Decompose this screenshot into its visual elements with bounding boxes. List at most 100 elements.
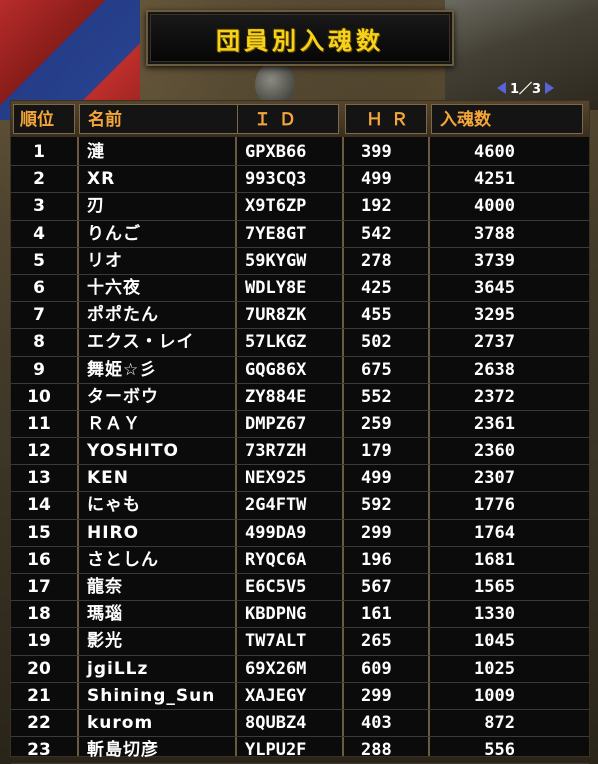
id-cell: E6C5V5 [245, 577, 307, 597]
rank-cell: 4 [33, 223, 45, 244]
page-title: 団員別入魂数 [216, 26, 384, 55]
header-rank: 順位 [13, 104, 75, 134]
hr-cell: 592 [361, 495, 392, 516]
table-row[interactable]: 20 jgiLLz 69X26M 609 1025 [11, 656, 589, 683]
name-cell: kurom [87, 712, 154, 733]
souls-cell: 1025 [474, 658, 515, 679]
hr-cell: 567 [361, 577, 392, 597]
table-row[interactable]: 6 十六夜 WDLY8E 425 3645 [11, 275, 589, 303]
table-row[interactable]: 1 漣 GPXB66 399 4600 [11, 139, 589, 167]
id-cell: 8QUBZ4 [245, 712, 307, 733]
name-cell: 刃 [87, 196, 105, 217]
id-cell: 993CQ3 [245, 169, 307, 190]
hr-cell: 403 [361, 712, 392, 733]
rank-cell: 6 [33, 277, 45, 298]
table-row[interactable]: 12 YOSHITO 73R7ZH 179 2360 [11, 438, 589, 466]
name-cell: 斬島切彦 [87, 740, 159, 761]
table-row[interactable]: 9 舞姫☆彡 GQG86X 675 2638 [11, 357, 589, 384]
souls-cell: 2361 [474, 413, 515, 434]
name-cell: にゃも [87, 495, 141, 516]
hr-cell: 542 [361, 223, 392, 244]
table-body: 1 漣 GPXB66 399 4600 2 XR 993CQ3 499 4251 3 刃 X9T6ZP 1… [11, 139, 589, 764]
name-cell: ターボウ [87, 386, 159, 407]
souls-cell: 1776 [474, 495, 515, 516]
id-cell: 499DA9 [245, 522, 307, 543]
table-row[interactable]: 17 龍奈 E6C5V5 567 1565 [11, 574, 589, 602]
souls-cell: 1565 [474, 577, 515, 597]
rank-cell: 16 [27, 549, 51, 570]
table-row[interactable]: 21 Shining_Sun XAJEGY 299 1009 [11, 683, 589, 710]
id-cell: KBDPNG [245, 604, 307, 625]
rank-cell: 19 [27, 631, 51, 652]
id-cell: DMPZ67 [245, 413, 307, 434]
souls-cell: 2737 [474, 332, 515, 353]
hr-cell: 675 [361, 359, 392, 380]
hr-cell: 278 [361, 250, 392, 271]
hr-cell: 161 [361, 604, 392, 625]
souls-cell: 2360 [474, 441, 515, 462]
table-row[interactable]: 4 りんご 7YE8GT 542 3788 [11, 221, 589, 248]
rank-cell: 14 [27, 495, 51, 516]
rank-cell: 15 [27, 522, 51, 543]
rank-cell: 5 [33, 250, 45, 271]
name-cell: ＲＡＹ [87, 413, 141, 434]
next-page-arrow-icon[interactable] [545, 81, 555, 94]
table-row[interactable]: 7 ポポたん 7UR8ZK 455 3295 [11, 302, 589, 330]
name-cell: 十六夜 [87, 277, 141, 298]
hr-cell: 499 [361, 468, 392, 489]
table-row[interactable]: 3 刃 X9T6ZP 192 4000 [11, 193, 589, 221]
prev-page-arrow-icon[interactable] [497, 81, 506, 94]
souls-cell: 1330 [474, 604, 515, 625]
name-cell: エクス・レイ [87, 332, 195, 353]
table-row[interactable]: 15 HIRO 499DA9 299 1764 [11, 520, 589, 547]
table-row[interactable]: 23 斬島切彦 YLPU2F 288 556 [11, 737, 589, 764]
name-cell: jgiLLz [87, 658, 149, 679]
table-row[interactable]: 5 リオ 59KYGW 278 3739 [11, 248, 589, 275]
souls-cell: 3788 [474, 223, 515, 244]
table-row[interactable]: 10 ターボウ ZY884E 552 2372 [11, 384, 589, 411]
name-cell: りんご [87, 223, 141, 244]
table-row[interactable]: 18 瑪瑙 KBDPNG 161 1330 [11, 601, 589, 629]
header-name: 名前 [79, 104, 239, 134]
hr-cell: 299 [361, 685, 392, 706]
souls-cell: 4000 [474, 196, 515, 217]
id-cell: 59KYGW [245, 250, 307, 271]
name-cell: 舞姫☆彡 [87, 359, 158, 380]
table-row[interactable]: 11 ＲＡＹ DMPZ67 259 2361 [11, 411, 589, 439]
table-row[interactable]: 2 XR 993CQ3 499 4251 [11, 166, 589, 194]
hr-cell: 502 [361, 332, 392, 353]
name-cell: 影光 [87, 631, 123, 652]
rank-cell: 10 [27, 386, 51, 407]
hr-cell: 288 [361, 740, 392, 761]
souls-cell: 2307 [474, 468, 515, 489]
table-row[interactable]: 14 にゃも 2G4FTW 592 1776 [11, 492, 589, 520]
souls-cell: 1681 [474, 549, 515, 570]
title-plate: 団員別入魂数 [146, 10, 454, 66]
name-cell: リオ [87, 250, 123, 271]
name-cell: 瑪瑙 [87, 604, 123, 625]
souls-cell: 1764 [474, 522, 515, 543]
hr-cell: 425 [361, 277, 392, 298]
rank-cell: 2 [33, 169, 45, 190]
rank-cell: 3 [33, 196, 45, 217]
hr-cell: 552 [361, 386, 392, 407]
souls-cell: 1045 [474, 631, 515, 652]
hr-cell: 192 [361, 196, 392, 217]
id-cell: YLPU2F [245, 740, 307, 761]
rank-cell: 22 [27, 712, 51, 733]
table-row[interactable]: 8 エクス・レイ 57LKGZ 502 2737 [11, 329, 589, 357]
table-row[interactable]: 16 さとしん RYQC6A 196 1681 [11, 547, 589, 574]
id-cell: 2G4FTW [245, 495, 307, 516]
table-row[interactable]: 13 KEN NEX925 499 2307 [11, 465, 589, 493]
id-cell: WDLY8E [245, 277, 307, 298]
hr-cell: 499 [361, 169, 392, 190]
hr-cell: 196 [361, 549, 392, 570]
id-cell: GQG86X [245, 359, 307, 380]
name-cell: XR [87, 169, 116, 190]
rank-cell: 23 [27, 740, 51, 761]
table-row[interactable]: 22 kurom 8QUBZ4 403 872 [11, 710, 589, 738]
page-indicator: 1／3 [497, 78, 555, 97]
table-row[interactable]: 19 影光 TW7ALT 265 1045 [11, 628, 589, 656]
rank-cell: 17 [27, 577, 51, 597]
rank-cell: 20 [27, 658, 51, 679]
